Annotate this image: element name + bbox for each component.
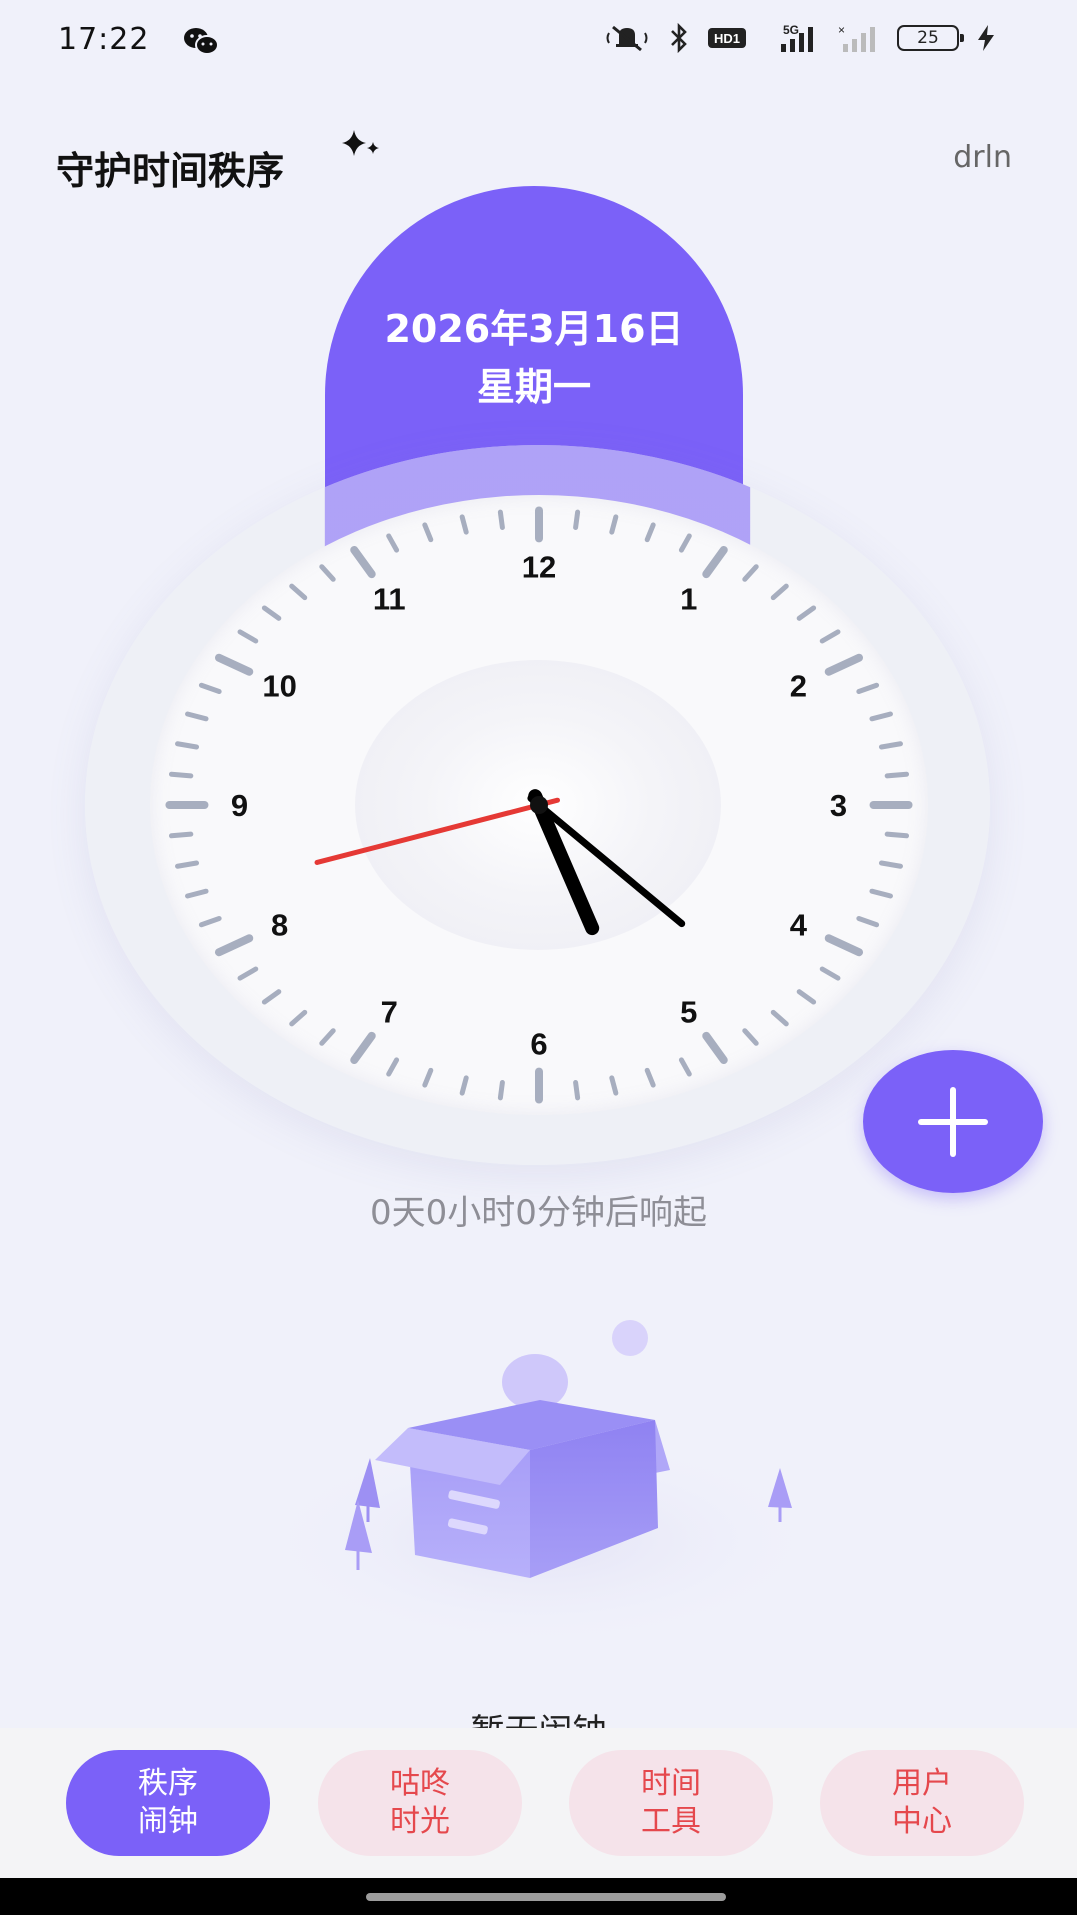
minor-tick [422,522,434,543]
clock-number: 9 [231,788,248,823]
clock-number: 5 [680,995,697,1030]
minor-tick [856,682,880,695]
add-alarm-button[interactable] [863,1050,1043,1193]
minor-tick [678,1057,692,1077]
minor-tick [878,860,903,869]
countdown-text: 0天0小时0分钟后响起 [370,1193,707,1233]
minor-tick [573,1079,581,1101]
clock-number: 4 [790,907,808,942]
clock-number: 12 [522,549,556,584]
minor-tick [185,711,209,722]
clock-number: 11 [373,581,406,616]
minor-tick [289,583,308,601]
minor-tick [884,771,910,779]
major-tick [350,1031,376,1065]
tab-label: 时光 [390,1804,450,1839]
minor-tick [573,509,581,531]
minor-tick [422,1067,434,1088]
tab-gudong-time[interactable]: 咕咚 时光 [318,1750,522,1856]
tab-label: 中心 [892,1804,952,1839]
tab-alarm[interactable]: 秩序 闹钟 [66,1750,270,1856]
minor-tick [819,629,841,644]
second-hand [314,797,560,865]
minor-tick [884,831,910,839]
minor-tick [770,1009,789,1027]
home-indicator[interactable] [366,1893,726,1901]
clock-number: 7 [381,995,398,1030]
minor-tick [319,564,336,582]
clock-number: 8 [271,907,288,942]
minor-tick [319,1028,336,1046]
tab-label: 工具 [641,1804,701,1839]
minor-tick [175,741,200,750]
major-tick [214,653,254,676]
minor-tick [678,533,692,553]
clock-number: 2 [790,669,807,704]
bottom-tab-bar: 秩序 闹钟 咕咚 时光 时间 工具 用户 中心 [0,1728,1077,1878]
minute-hand [527,794,686,928]
hour-hand [528,789,600,936]
tab-label: 秩序 [138,1766,198,1801]
minor-tick [261,605,282,621]
minor-tick [175,860,200,869]
minor-tick [198,682,222,695]
minor-tick [261,989,282,1005]
tab-time-tools[interactable]: 时间 工具 [569,1750,773,1856]
empty-state-text: 暂无闹钟 [0,1706,1077,1730]
minor-tick [856,915,880,928]
minor-tick [459,1075,469,1096]
empty-box-illustration [250,1320,830,1650]
minor-tick [869,888,893,899]
major-tick [824,653,864,676]
minor-tick [819,966,841,981]
minor-tick [869,711,893,722]
clock-number: 3 [830,788,847,823]
minor-tick [168,771,194,779]
major-tick [824,934,864,957]
major-tick [702,545,728,579]
minor-tick [796,989,817,1005]
minor-tick [386,533,400,553]
minor-tick [168,831,194,839]
minor-tick [878,741,903,750]
minor-tick [237,629,259,644]
minor-tick [644,1067,656,1088]
major-tick [702,1031,728,1065]
minor-tick [742,564,759,582]
clock-number: 10 [262,669,296,704]
clock-number: 6 [530,1027,547,1062]
minor-tick [185,888,209,899]
minor-tick [497,509,505,531]
minor-tick [796,605,817,621]
tab-label: 咕咚 [390,1766,450,1801]
plus-icon [918,1086,988,1157]
tab-label: 用户 [892,1766,952,1801]
minor-tick [237,966,259,981]
tab-user-center[interactable]: 用户 中心 [820,1750,1024,1856]
tab-label: 时间 [641,1766,701,1801]
minor-tick [644,522,656,543]
minor-tick [386,1057,400,1077]
major-tick [350,545,376,579]
screen: 17:22 HD1 5G × 25 守护时间秩序 drln 2026年3月16日… [0,0,1077,1915]
clock-number: 1 [680,581,697,616]
minor-tick [609,514,619,535]
minor-tick [742,1028,759,1046]
tab-label: 闹钟 [138,1804,198,1839]
minor-tick [289,1009,308,1027]
minor-tick [609,1075,619,1096]
minor-tick [459,514,469,535]
minor-tick [497,1079,505,1101]
major-tick [214,934,254,957]
clock-center-pin [530,796,548,814]
minor-tick [770,583,789,601]
minor-tick [198,915,222,928]
